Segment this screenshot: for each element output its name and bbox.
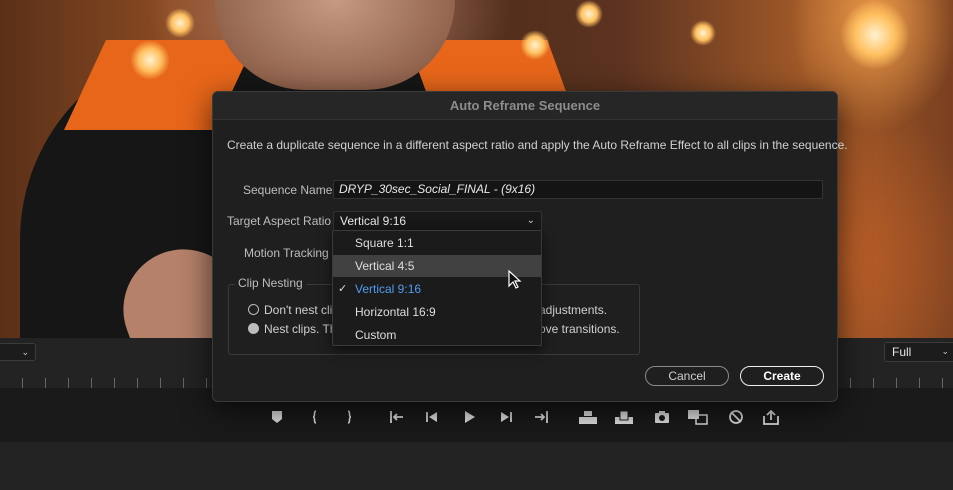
dont-nest-label: Don't nest cli [264, 303, 333, 317]
bokeh-light [840, 0, 910, 70]
vr-video-icon[interactable] [727, 408, 745, 426]
menu-item-square-1-1[interactable]: Square 1:1 [333, 232, 541, 254]
motion-tracking-label: Motion Tracking [244, 246, 329, 260]
insert-icon[interactable] [578, 408, 598, 426]
menu-item-label: Vertical 4:5 [355, 259, 415, 273]
bokeh-light [520, 30, 550, 60]
cancel-button[interactable]: Cancel [645, 366, 729, 386]
step-forward-icon[interactable] [497, 408, 515, 426]
dialog-title: Auto Reframe Sequence [213, 92, 837, 120]
go-to-in-icon[interactable] [387, 408, 405, 426]
radio-checked-icon[interactable] [248, 323, 259, 334]
mark-in-icon[interactable] [306, 408, 324, 426]
chevron-down-icon: ⌄ [526, 215, 535, 226]
menu-item-label: Horizontal 16:9 [355, 305, 436, 319]
nest-clips-label-tail: ove transitions. [539, 322, 620, 336]
add-marker-icon[interactable] [268, 408, 286, 426]
menu-item-custom[interactable]: Custom [333, 324, 541, 346]
resolution-dropdown[interactable]: Full ⌄ [884, 342, 953, 362]
chevron-down-icon: ⌄ [941, 347, 949, 357]
nest-clips-label: Nest clips. Th [264, 322, 337, 336]
mark-out-icon[interactable] [340, 408, 358, 426]
zoom-dropdown[interactable]: ⌄ [0, 343, 36, 361]
checkmark-icon: ✓ [338, 282, 348, 295]
mouse-cursor-icon [508, 270, 522, 289]
export-frame-icon[interactable] [653, 408, 671, 426]
bokeh-light [575, 0, 603, 28]
target-aspect-dropdown[interactable]: Vertical 9:16 ⌄ [333, 211, 542, 231]
step-back-icon[interactable] [423, 408, 441, 426]
play-icon[interactable] [460, 408, 478, 426]
menu-item-horizontal-16-9[interactable]: Horizontal 16:9 [333, 301, 541, 323]
share-icon[interactable] [762, 408, 780, 426]
bokeh-light [165, 8, 195, 38]
target-aspect-value: Vertical 9:16 [340, 214, 407, 228]
radio-unchecked-icon[interactable] [248, 304, 259, 315]
dont-nest-label-tail: adjustments. [539, 303, 608, 317]
create-button[interactable]: Create [740, 366, 824, 386]
overwrite-icon[interactable] [614, 408, 634, 426]
comparison-view-icon[interactable] [687, 408, 709, 426]
sequence-name-input[interactable]: DRYP_30sec_Social_FINAL - (9x16) [333, 180, 823, 199]
bokeh-light [130, 40, 170, 80]
clip-nesting-legend: Clip Nesting [235, 276, 306, 290]
dialog-description: Create a duplicate sequence in a differe… [227, 138, 848, 152]
menu-item-label: Square 1:1 [355, 236, 414, 250]
sequence-name-label: Sequence Name [243, 183, 333, 197]
resolution-value: Full [892, 345, 912, 359]
timeline-strip [0, 442, 953, 490]
go-to-out-icon[interactable] [533, 408, 551, 426]
target-aspect-label: Target Aspect Ratio [227, 214, 332, 228]
menu-item-label: Custom [355, 328, 397, 342]
menu-item-label: Vertical 9:16 [355, 282, 422, 296]
bokeh-light [690, 20, 716, 46]
